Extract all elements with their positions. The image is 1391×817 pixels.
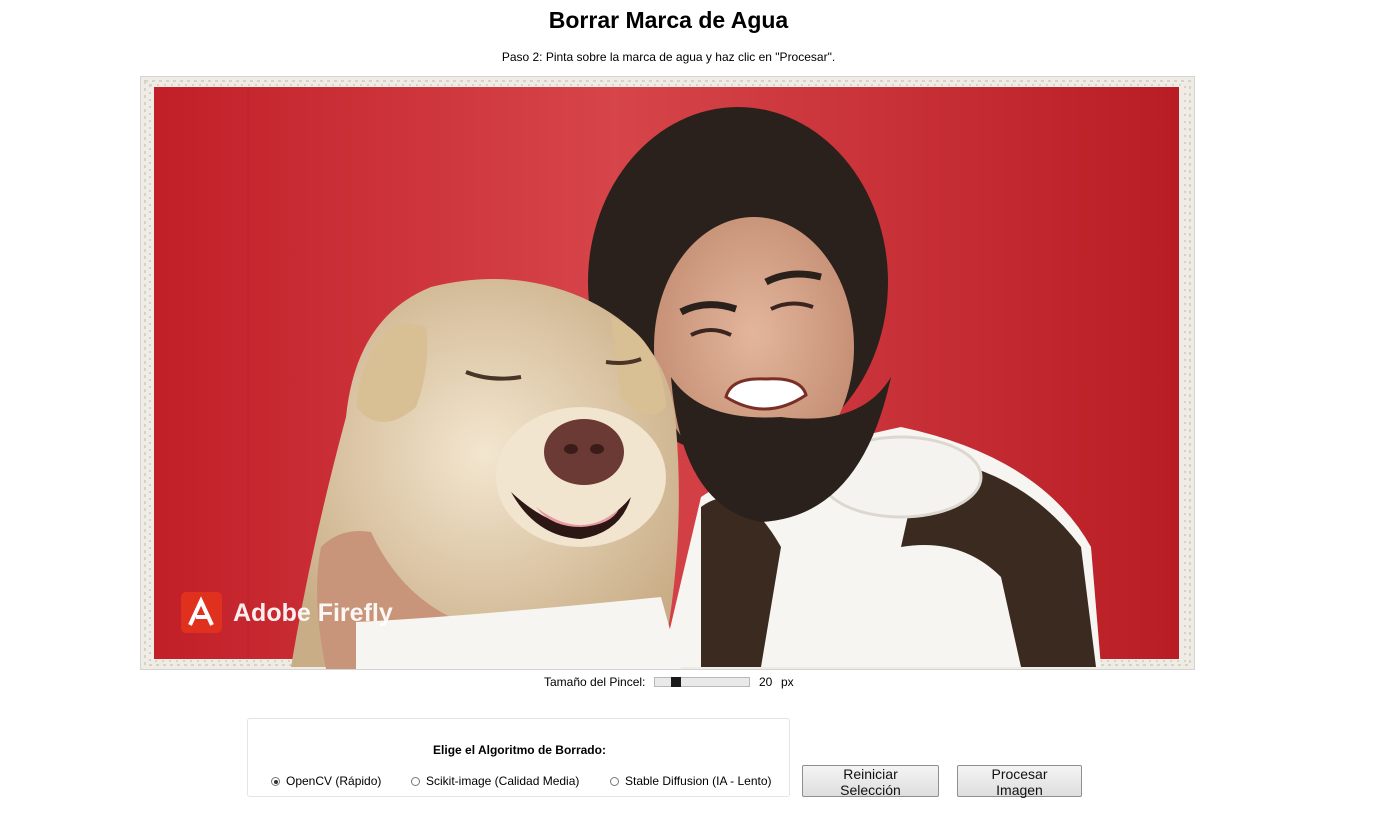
reset-selection-button[interactable]: Reiniciar Selección bbox=[802, 765, 939, 798]
radio-label: Stable Diffusion (IA - Lento) bbox=[625, 774, 772, 788]
process-image-button[interactable]: Procesar Imagen bbox=[957, 765, 1082, 798]
algorithm-selector: Elige el Algoritmo de Borrado: OpenCV (R… bbox=[247, 718, 790, 797]
radio-button-icon[interactable] bbox=[411, 777, 420, 786]
page-title: Borrar Marca de Agua bbox=[548, 7, 789, 33]
image-canvas[interactable]: Adobe Firefly bbox=[140, 76, 1195, 670]
brush-size-value: 20 bbox=[759, 675, 773, 689]
radio-stable-diffusion[interactable]: Stable Diffusion (IA - Lento) bbox=[610, 773, 772, 789]
page: Borrar Marca de Agua Paso 2: Pinta sobre… bbox=[0, 0, 1391, 817]
instructions-text: Paso 2: Pinta sobre la marca de agua y h… bbox=[501, 50, 836, 64]
brush-size-unit: px bbox=[781, 675, 794, 689]
watermark-text: Adobe Firefly bbox=[233, 599, 393, 627]
adobe-firefly-watermark: Adobe Firefly bbox=[181, 592, 393, 633]
photo-image: Adobe Firefly bbox=[141, 77, 1194, 669]
radio-label: OpenCV (Rápido) bbox=[286, 774, 382, 788]
slider-thumb[interactable] bbox=[671, 677, 681, 687]
radio-button-icon[interactable] bbox=[610, 777, 619, 786]
brush-size-control: Tamaño del Pincel: 20 px bbox=[0, 674, 1337, 690]
radio-scikit-image[interactable]: Scikit-image (Calidad Media) bbox=[411, 773, 579, 789]
radio-button-icon[interactable] bbox=[271, 777, 280, 786]
brush-size-slider[interactable] bbox=[654, 677, 750, 687]
radio-opencv[interactable]: OpenCV (Rápido) bbox=[271, 773, 381, 789]
brush-size-label: Tamaño del Pincel: bbox=[544, 675, 646, 689]
radio-label: Scikit-image (Calidad Media) bbox=[426, 774, 580, 788]
algorithm-title: Elige el Algoritmo de Borrado: bbox=[433, 743, 606, 757]
